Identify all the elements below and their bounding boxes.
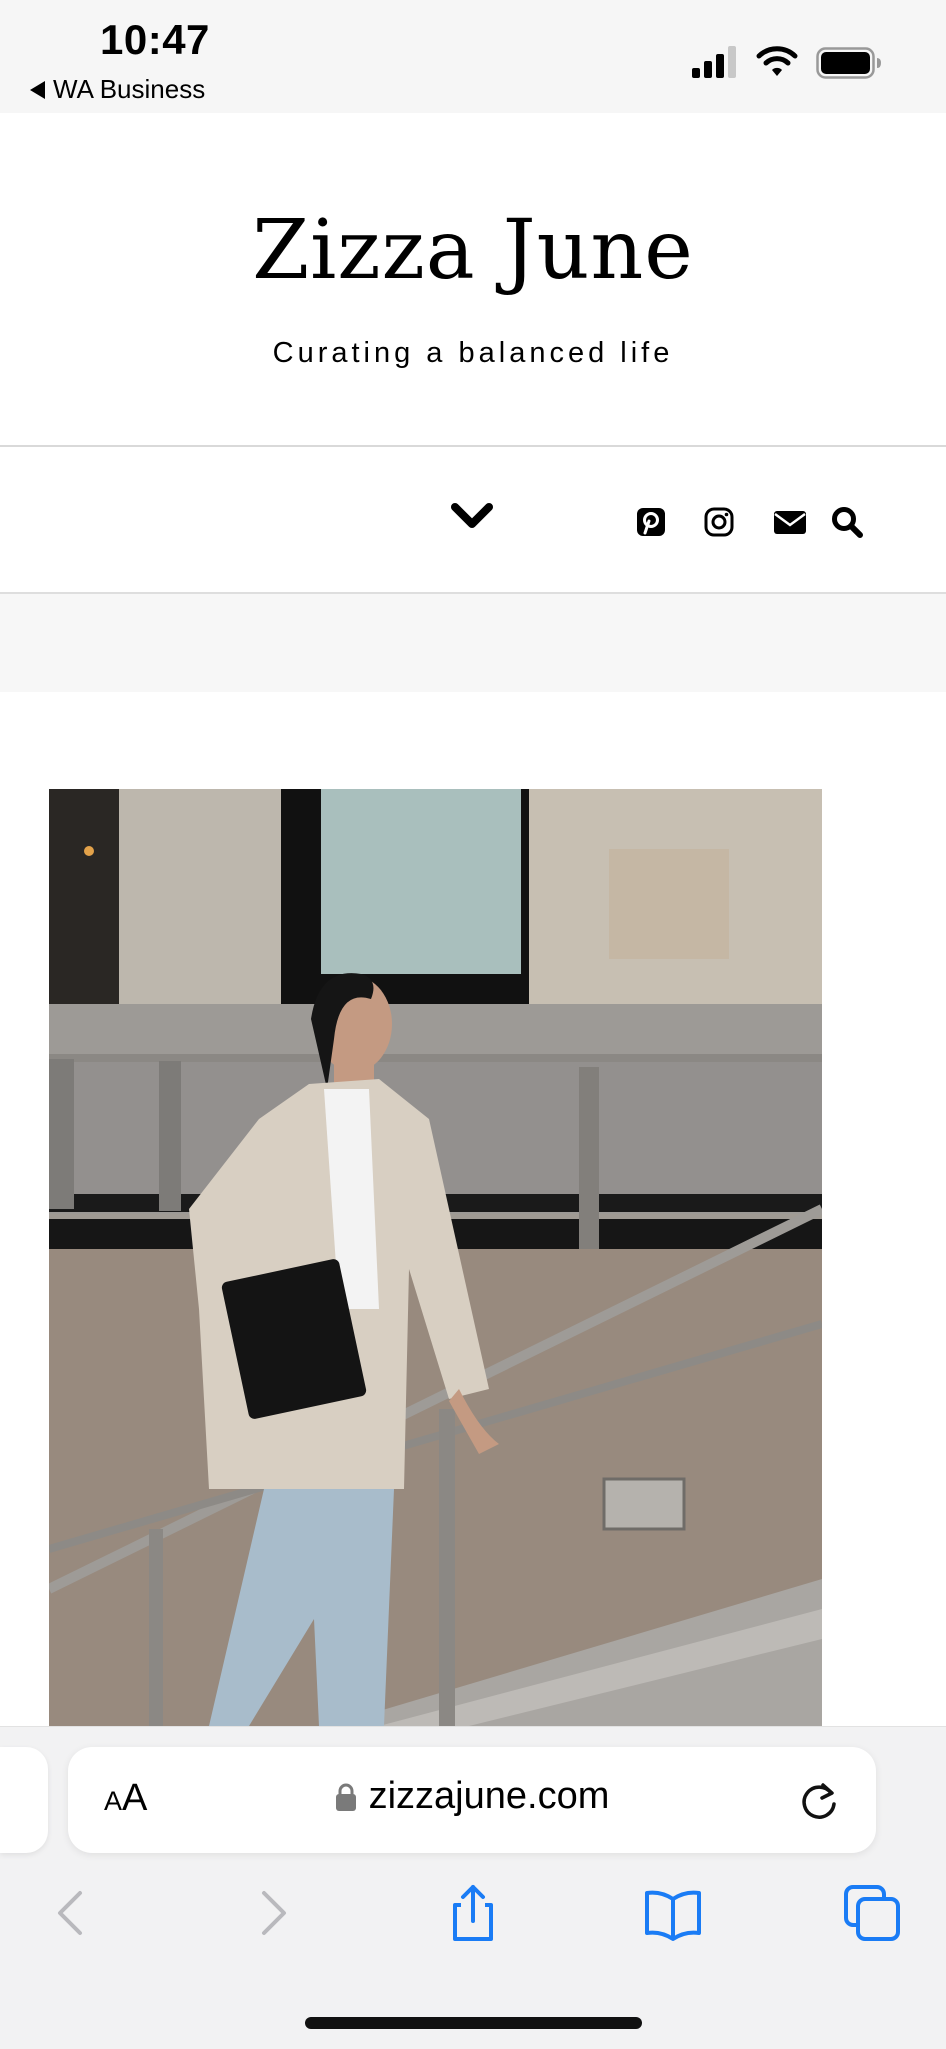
safari-toolbar-area: AA zizzajune.com [0, 1726, 946, 2049]
url-display[interactable]: zizzajune.com [68, 1775, 876, 1818]
pinterest-icon[interactable] [634, 505, 668, 539]
back-triangle-icon [30, 80, 45, 99]
chevron-down-icon[interactable] [450, 501, 494, 531]
back-to-app-button[interactable]: WA Business [30, 74, 205, 105]
nav-bar [0, 447, 946, 592]
address-bar[interactable]: AA zizzajune.com [68, 1747, 876, 1853]
site-title[interactable]: Zizza June [0, 203, 946, 298]
woman-walking-down-stairs [49, 789, 822, 1726]
status-time: 10:47 [100, 16, 210, 63]
battery-icon [816, 47, 881, 79]
search-icon[interactable] [830, 505, 864, 539]
back-app-label: WA Business [53, 74, 206, 104]
back-icon[interactable] [40, 1883, 100, 1943]
featured-image[interactable] [49, 789, 822, 1726]
status-bar: 10:47 WA Business [0, 0, 946, 113]
content-band [0, 594, 946, 692]
share-icon[interactable] [443, 1883, 503, 1943]
instagram-icon[interactable] [702, 505, 736, 539]
site-header: Zizza June Curating a balanced life [0, 113, 946, 445]
wifi-icon [756, 46, 798, 76]
home-indicator[interactable] [305, 2017, 642, 2029]
tabs-icon[interactable] [842, 1883, 902, 1943]
previous-tab-preview[interactable] [0, 1747, 48, 1853]
lock-icon [335, 1783, 356, 1811]
forward-icon[interactable] [244, 1883, 304, 1943]
reload-icon[interactable] [798, 1777, 842, 1823]
site-tagline: Curating a balanced life [272, 337, 674, 369]
signal-icon [692, 46, 736, 78]
bookmarks-icon[interactable] [643, 1883, 703, 1943]
url-text: zizzajune.com [368, 1775, 610, 1817]
email-icon[interactable] [772, 505, 808, 539]
